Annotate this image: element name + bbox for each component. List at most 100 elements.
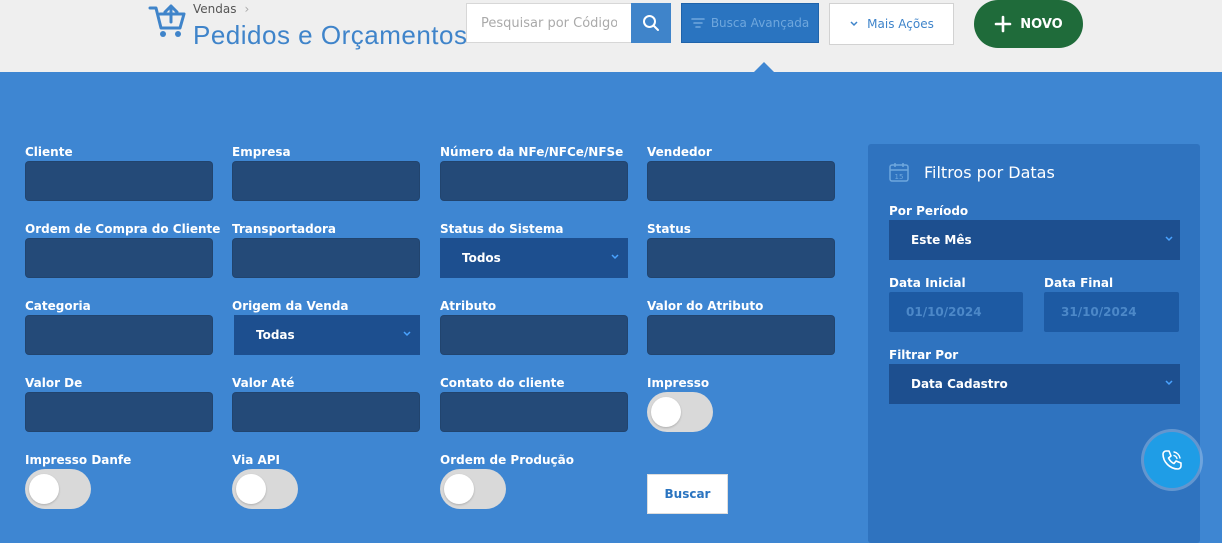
dropdown-pointer — [754, 62, 774, 72]
chevron-right-icon: › — [244, 2, 250, 16]
page-title: Pedidos e Orçamentos — [193, 20, 468, 50]
periodo-select[interactable]: Este Mês — [889, 220, 1180, 260]
valor-atributo-input[interactable] — [647, 315, 835, 355]
field-label: Impresso — [647, 376, 710, 390]
field-status: Status — [647, 221, 835, 278]
field-label: Valor De — [25, 376, 83, 390]
vendedor-input[interactable] — [647, 161, 835, 201]
field-cliente: Cliente — [25, 144, 213, 201]
more-actions-button[interactable]: Mais Ações — [829, 3, 954, 45]
valor-de-input[interactable] — [25, 392, 213, 432]
chevron-down-icon — [611, 254, 619, 260]
more-actions-label: Mais Ações — [867, 17, 934, 31]
field-label: Número da NFe/NFCe/NFSe — [440, 145, 624, 159]
new-label: NOVO — [1020, 16, 1063, 32]
data-inicial-input[interactable]: 01/10/2024 — [889, 292, 1023, 332]
field-vendedor: Vendedor — [647, 144, 835, 201]
select-value: Data Cadastro — [911, 377, 1008, 391]
buscar-button[interactable]: Buscar — [647, 474, 728, 514]
status-sistema-select[interactable]: Todos — [440, 238, 628, 278]
field-transportadora: Transportadora — [232, 221, 420, 278]
field-ordem-producao: Ordem de Produção — [440, 452, 628, 509]
date-filters-card: 15 Filtros por Datas Por Período Este Mê… — [868, 144, 1200, 543]
field-origem-venda: Origem da Venda Todas — [232, 298, 420, 355]
calendar-icon: 15 — [889, 163, 909, 182]
field-via-api: Via API — [232, 452, 420, 509]
field-label: Cliente — [25, 145, 73, 159]
chevron-down-icon — [403, 331, 411, 337]
filtrar-por-select[interactable]: Data Cadastro — [889, 364, 1180, 404]
field-contato-cliente: Contato do cliente — [440, 375, 628, 432]
select-value: Todas — [256, 328, 295, 342]
field-label: Ordem de Produção — [440, 453, 574, 467]
ordem-compra-input[interactable] — [25, 238, 213, 278]
toggle-knob — [236, 474, 266, 504]
field-label: Ordem de Compra do Cliente — [25, 222, 221, 236]
field-label: Contato do cliente — [440, 376, 565, 390]
advanced-search-label: Busca Avançada — [710, 16, 810, 30]
search-icon — [643, 15, 659, 31]
field-label: Impresso Danfe — [25, 453, 132, 467]
field-label: Categoria — [25, 299, 91, 313]
field-atributo: Atributo — [440, 298, 628, 355]
filtrar-por-label: Filtrar Por — [889, 348, 959, 362]
field-valor-de: Valor De — [25, 375, 213, 432]
field-numero-nfe: Número da NFe/NFCe/NFSe — [440, 144, 628, 201]
field-label: Status — [647, 222, 691, 236]
page-header: Vendas › Pedidos e Orçamentos Busca Avanç… — [0, 0, 1222, 72]
chevron-down-icon — [1165, 380, 1173, 386]
status-input[interactable] — [647, 238, 835, 278]
contato-cliente-input[interactable] — [440, 392, 628, 432]
field-ordem-compra: Ordem de Compra do Cliente — [25, 221, 221, 278]
field-label: Valor Até — [232, 376, 295, 390]
cliente-input[interactable] — [25, 161, 213, 201]
field-label: Vendedor — [647, 145, 712, 159]
ordem-producao-toggle[interactable] — [440, 469, 506, 509]
date-filters-header: 15 Filtros por Datas — [888, 161, 1055, 183]
data-final-input[interactable]: 31/10/2024 — [1044, 292, 1179, 332]
filter-icon — [691, 18, 705, 28]
search-input[interactable] — [466, 3, 632, 43]
via-api-toggle[interactable] — [232, 469, 298, 509]
impresso-danfe-toggle[interactable] — [25, 469, 91, 509]
search-button[interactable] — [631, 3, 671, 43]
categoria-input[interactable] — [25, 315, 213, 355]
data-inicial-label: Data Inicial — [889, 276, 966, 290]
impresso-toggle[interactable] — [647, 392, 713, 432]
phone-icon — [1162, 450, 1182, 470]
breadcrumb: Vendas › — [193, 2, 249, 16]
phone-support-button[interactable] — [1144, 432, 1200, 488]
field-valor-atributo: Valor do Atributo — [647, 298, 835, 355]
toggle-knob — [651, 397, 681, 427]
field-status-sistema: Status do Sistema Todos — [440, 221, 628, 278]
breadcrumb-link[interactable]: Vendas — [193, 2, 237, 16]
valor-ate-input[interactable] — [232, 392, 420, 432]
field-impresso: Impresso — [647, 375, 835, 432]
new-button[interactable]: NOVO — [974, 0, 1083, 48]
cart-icon — [148, 4, 186, 37]
field-categoria: Categoria — [25, 298, 213, 355]
field-label: Via API — [232, 453, 281, 467]
plus-icon — [994, 15, 1012, 33]
field-label: Status do Sistema — [440, 222, 564, 236]
field-label: Atributo — [440, 299, 497, 313]
toggle-knob — [29, 474, 59, 504]
advanced-search-button[interactable]: Busca Avançada — [681, 3, 819, 43]
origem-venda-select[interactable]: Todas — [234, 315, 420, 355]
field-empresa: Empresa — [232, 144, 420, 201]
field-label: Empresa — [232, 145, 291, 159]
select-value: Todos — [462, 251, 501, 265]
atributo-input[interactable] — [440, 315, 628, 355]
empresa-input[interactable] — [232, 161, 420, 201]
date-filters-title: Filtros por Datas — [924, 162, 1055, 182]
field-valor-ate: Valor Até — [232, 375, 420, 432]
transportadora-input[interactable] — [232, 238, 420, 278]
svg-text:15: 15 — [895, 173, 904, 181]
numero-nfe-input[interactable] — [440, 161, 628, 201]
periodo-label: Por Período — [889, 204, 969, 218]
toggle-knob — [444, 474, 474, 504]
field-label: Origem da Venda — [232, 299, 349, 313]
field-label: Valor do Atributo — [647, 299, 764, 313]
chevron-down-icon — [850, 21, 858, 27]
field-label: Transportadora — [232, 222, 337, 236]
